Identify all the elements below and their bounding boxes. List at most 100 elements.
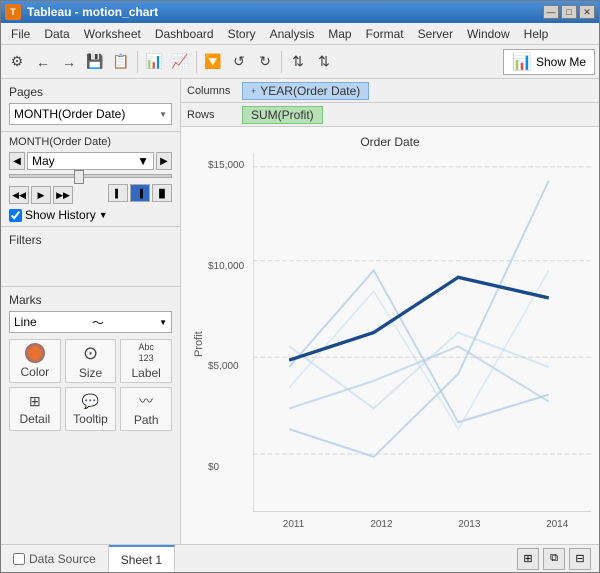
rows-shelf: Rows SUM(Profit)	[181, 103, 599, 127]
data-source-tab[interactable]: Data Source	[1, 545, 109, 572]
menu-story[interactable]: Story	[222, 25, 262, 43]
chart-inner: $15,000 $10,000 $5,000 $0 2011 2012 2013…	[253, 153, 591, 512]
menu-server[interactable]: Server	[412, 25, 459, 43]
speed-fast[interactable]: █	[152, 184, 172, 202]
mark-tooltip-btn[interactable]: 💬 Tooltip	[65, 387, 117, 431]
month-next[interactable]: ▶	[156, 152, 172, 170]
toolbar-undo[interactable]: ↺	[227, 50, 251, 74]
menu-map[interactable]: Map	[322, 25, 357, 43]
size-label: Size	[79, 366, 102, 380]
y-tick-15k: $15,000	[208, 160, 244, 171]
menu-dashboard[interactable]: Dashboard	[149, 25, 220, 43]
menu-format[interactable]: Format	[360, 25, 410, 43]
slider-thumb[interactable]	[74, 170, 84, 184]
size-icon: ⊙	[83, 343, 98, 364]
title-bar: T Tableau - motion_chart — □ ✕	[1, 1, 599, 23]
toolbar-back[interactable]: ←	[31, 50, 55, 74]
month-label: MONTH(Order Date)	[9, 136, 172, 148]
duplicate-sheet-btn[interactable]: ⧉	[543, 548, 565, 570]
show-me-label: Show Me	[536, 55, 586, 69]
toolbar-chart2[interactable]: 📈	[168, 50, 192, 74]
menu-bar: File Data Worksheet Dashboard Story Anal…	[1, 23, 599, 45]
play-fwd-btn[interactable]: ▶▶	[53, 186, 73, 204]
show-history-row: Show History ▼	[9, 208, 172, 222]
minimize-button[interactable]: —	[543, 5, 559, 19]
show-history-checkbox[interactable]	[9, 209, 22, 222]
show-me-button[interactable]: 📊 Show Me	[503, 49, 595, 75]
month-dropdown-arrow: ▼	[137, 154, 149, 168]
play-back-btn[interactable]: ◀◀	[9, 186, 29, 204]
month-slider[interactable]	[9, 174, 172, 178]
y-axis-label: Profit	[189, 153, 209, 536]
path-label: Path	[134, 413, 159, 427]
mark-label-btn[interactable]: Abc123 Label	[120, 339, 172, 383]
rows-pill[interactable]: SUM(Profit)	[242, 106, 323, 124]
title-bar-left: T Tableau - motion_chart	[5, 4, 158, 20]
left-panel: Pages MONTH(Order Date) ▼ MONTH(Order Da…	[1, 79, 181, 544]
window-title: Tableau - motion_chart	[27, 5, 158, 19]
mark-size-btn[interactable]: ⊙ Size	[65, 339, 117, 383]
toolbar-sort1[interactable]: ⇅	[286, 50, 310, 74]
toolbar-forward[interactable]: →	[57, 50, 81, 74]
label-label: Label	[131, 366, 160, 380]
detail-icon: ⊞	[29, 393, 41, 410]
marks-buttons: Color ⊙ Size Abc123 Label ⊞ Detail	[9, 339, 172, 431]
columns-pill-text: YEAR(Order Date)	[260, 84, 360, 98]
x-tick-2012: 2012	[370, 519, 392, 530]
data-source-label: Data Source	[29, 552, 96, 566]
speed-med[interactable]: ▐	[130, 184, 150, 202]
menu-file[interactable]: File	[5, 25, 36, 43]
mark-color-btn[interactable]: Color	[9, 339, 61, 383]
path-icon: 〰	[139, 391, 153, 411]
play-pause-btn[interactable]: ▶	[31, 186, 51, 204]
menu-analysis[interactable]: Analysis	[264, 25, 321, 43]
bottom-bar: Data Source Sheet 1 ⊞ ⧉ ⊟	[1, 544, 599, 572]
toolbar-redo[interactable]: ↻	[253, 50, 277, 74]
show-history-arrow: ▼	[99, 210, 108, 220]
toolbar-filter[interactable]: 🔽	[201, 50, 225, 74]
y-tick-0: $0	[208, 462, 219, 473]
playback-controls: ◀◀ ▶ ▶▶	[9, 186, 73, 204]
menu-data[interactable]: Data	[38, 25, 75, 43]
toolbar: ⚙ ← → 💾 📋 📊 📈 🔽 ↺ ↻ ⇅ ⇅ 📊 Show Me	[1, 45, 599, 79]
marks-section: Marks Line 〜 ▼ Color ⊙ Size	[1, 287, 180, 544]
filters-section: Filters	[1, 227, 180, 287]
show-me-icon: 📊	[512, 52, 532, 72]
month-control: MONTH(Order Date) ◀ May ▼ ▶ ◀◀	[1, 132, 180, 227]
month-current: May	[32, 154, 55, 168]
toolbar-chart1[interactable]: 📊	[142, 50, 166, 74]
month-prev[interactable]: ◀	[9, 152, 25, 170]
pages-dropdown[interactable]: MONTH(Order Date) ▼	[9, 103, 172, 125]
columns-pill[interactable]: + YEAR(Order Date)	[242, 82, 369, 100]
toolbar-new[interactable]: 📋	[109, 50, 133, 74]
sheet1-tab[interactable]: Sheet 1	[109, 545, 175, 572]
new-sheet-btn[interactable]: ⊞	[517, 548, 539, 570]
pages-header: Pages	[9, 85, 172, 99]
menu-window[interactable]: Window	[461, 25, 516, 43]
columns-shelf: Columns + YEAR(Order Date)	[181, 79, 599, 103]
toolbar-sort2[interactable]: ⇅	[312, 50, 336, 74]
toolbar-sep-2	[196, 51, 197, 73]
data-source-checkbox[interactable]	[13, 553, 25, 565]
mark-detail-btn[interactable]: ⊞ Detail	[9, 387, 61, 431]
month-dropdown[interactable]: May ▼	[27, 152, 154, 170]
toolbar-save[interactable]: 💾	[83, 50, 107, 74]
label-icon: Abc123	[138, 342, 154, 364]
mark-path-btn[interactable]: 〰 Path	[120, 387, 172, 431]
marks-type-dropdown[interactable]: Line 〜 ▼	[9, 311, 172, 333]
filters-header: Filters	[9, 233, 172, 247]
sheet-options-btn[interactable]: ⊟	[569, 548, 591, 570]
columns-label: Columns	[187, 85, 242, 97]
menu-worksheet[interactable]: Worksheet	[78, 25, 147, 43]
marks-type-value: Line	[14, 315, 37, 329]
main-window: T Tableau - motion_chart — □ ✕ File Data…	[0, 0, 600, 573]
title-controls: — □ ✕	[543, 5, 595, 19]
close-button[interactable]: ✕	[579, 5, 595, 19]
maximize-button[interactable]: □	[561, 5, 577, 19]
chart-title: Order Date	[189, 135, 591, 149]
y-tick-10k: $10,000	[208, 261, 244, 272]
toolbar-refresh[interactable]: ⚙	[5, 50, 29, 74]
right-panel: Columns + YEAR(Order Date) Rows SUM(Prof…	[181, 79, 599, 544]
menu-help[interactable]: Help	[518, 25, 555, 43]
speed-slow[interactable]: ▌	[108, 184, 128, 202]
